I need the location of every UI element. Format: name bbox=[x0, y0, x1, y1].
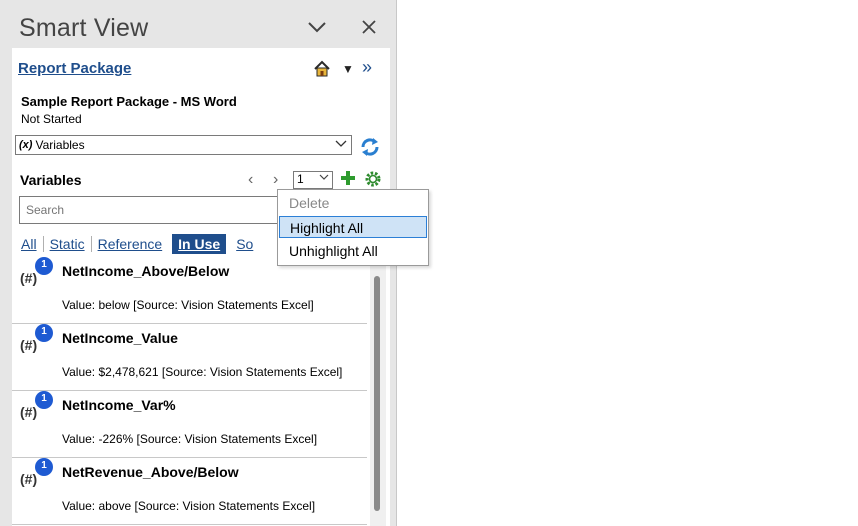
scrollbar-thumb[interactable] bbox=[374, 276, 380, 511]
variable-name: NetIncome_Above/Below bbox=[62, 263, 230, 279]
list-item[interactable]: (#) 1 NetIncome_Var% Value: -226% [Sourc… bbox=[12, 390, 367, 458]
home-icon[interactable] bbox=[313, 60, 331, 78]
add-variable-icon[interactable] bbox=[340, 170, 356, 186]
previous-page-icon[interactable]: ‹ bbox=[248, 171, 253, 189]
list-item[interactable]: (#) 1 NetIncome_Value Value: $2,478,621 … bbox=[12, 323, 367, 391]
report-package-link[interactable]: Report Package bbox=[18, 60, 131, 77]
usage-count-badge: 1 bbox=[35, 257, 53, 275]
menu-item-unhighlight-all[interactable]: Unhighlight All bbox=[279, 240, 427, 262]
filter-in-use[interactable]: In Use bbox=[172, 234, 227, 254]
variable-value: Value: below [Source: Vision Statements … bbox=[62, 298, 314, 312]
variable-icon: (x) bbox=[19, 139, 33, 151]
pane-content: Report Package ▼ » Sample Report Package… bbox=[12, 48, 390, 526]
context-menu: Delete Highlight All Unhighlight All bbox=[277, 189, 429, 266]
close-icon[interactable] bbox=[357, 15, 381, 39]
number-variable-icon: (#) bbox=[20, 471, 38, 487]
usage-count-badge: 1 bbox=[35, 391, 53, 409]
menu-item-delete[interactable]: Delete bbox=[279, 192, 427, 214]
scrollbar[interactable] bbox=[370, 256, 386, 526]
variable-value: Value: $2,478,621 [Source: Vision Statem… bbox=[62, 365, 343, 379]
filter-all[interactable]: All bbox=[21, 236, 43, 252]
gear-icon[interactable] bbox=[364, 170, 382, 188]
view-select[interactable]: (x) Variables bbox=[15, 135, 352, 155]
variable-name: NetIncome_Value bbox=[62, 330, 178, 346]
page-select[interactable]: 1 bbox=[293, 171, 333, 189]
variable-value: Value: above [Source: Vision Statements … bbox=[62, 499, 316, 513]
number-variable-icon: (#) bbox=[20, 404, 38, 420]
filter-tabs: All Static Reference In Use So bbox=[21, 233, 259, 255]
variable-name: NetIncome_Var% bbox=[62, 397, 176, 413]
search-input[interactable] bbox=[19, 196, 289, 224]
list-item[interactable]: (#) 1 NetRevenue_Above/Below Value: abov… bbox=[12, 457, 367, 525]
chevron-down-icon bbox=[319, 173, 329, 184]
variable-list: (#) 1 NetIncome_Above/Below Value: below… bbox=[12, 256, 370, 526]
filter-static[interactable]: Static bbox=[44, 236, 91, 252]
filter-reference[interactable]: Reference bbox=[92, 236, 169, 252]
view-select-value: Variables bbox=[35, 138, 85, 152]
number-variable-icon: (#) bbox=[20, 270, 38, 286]
number-variable-icon: (#) bbox=[20, 337, 38, 353]
report-package-name: Sample Report Package - MS Word bbox=[21, 94, 237, 109]
list-item[interactable]: (#) 1 NetIncome_Above/Below Value: below… bbox=[12, 256, 367, 324]
usage-count-badge: 1 bbox=[35, 324, 53, 342]
variables-heading: Variables bbox=[20, 172, 82, 188]
chevron-down-icon bbox=[335, 137, 347, 151]
usage-count-badge: 1 bbox=[35, 458, 53, 476]
pane-title: Smart View bbox=[19, 14, 149, 42]
variable-name: NetRevenue_Above/Below bbox=[62, 464, 239, 480]
report-package-status: Not Started bbox=[21, 112, 82, 126]
double-chevron-right-icon[interactable]: » bbox=[362, 57, 372, 78]
refresh-icon[interactable] bbox=[358, 135, 382, 159]
caret-down-icon[interactable]: ▼ bbox=[342, 62, 354, 76]
page-select-value: 1 bbox=[297, 172, 304, 186]
chevron-down-icon[interactable] bbox=[305, 15, 329, 39]
next-page-icon[interactable]: › bbox=[273, 171, 278, 189]
pane-header: Smart View bbox=[0, 0, 397, 48]
variable-value: Value: -226% [Source: Vision Statements … bbox=[62, 432, 318, 446]
filter-source[interactable]: So bbox=[230, 236, 259, 252]
menu-item-highlight-all[interactable]: Highlight All bbox=[279, 216, 427, 238]
